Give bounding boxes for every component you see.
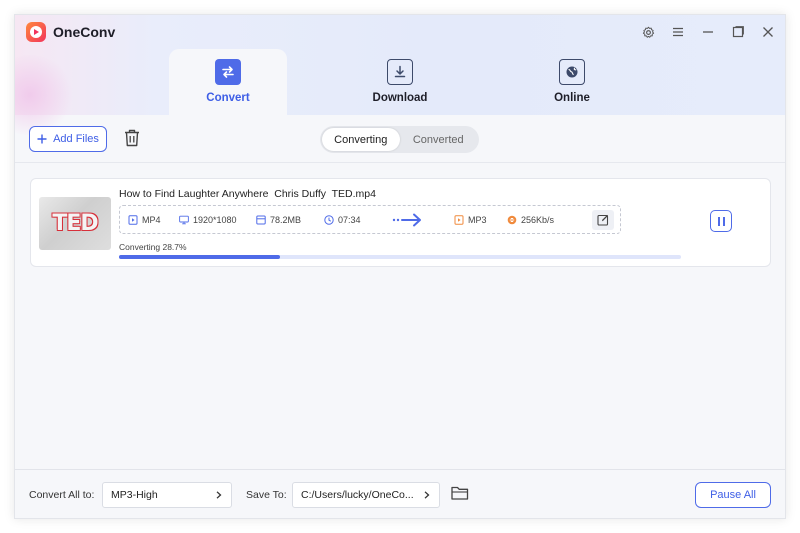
save-to-value: C:/Users/lucky/OneCo... — [301, 489, 414, 501]
target-bitrate-value: 256Kb/s — [521, 215, 555, 225]
progress-bar — [119, 255, 681, 259]
footer-bar: Convert All to: MP3-High Save To: C:/Use… — [15, 469, 785, 518]
progress-bar-fill — [119, 255, 281, 259]
edit-icon — [597, 214, 609, 226]
progress-label: Converting 28.7% — [119, 242, 187, 252]
convert-all-value: MP3-High — [111, 489, 158, 501]
monitor-icon — [179, 215, 189, 225]
segment-converting[interactable]: Converting — [322, 128, 400, 151]
source-format-value: MP4 — [142, 215, 161, 225]
audio-file-icon — [454, 215, 464, 225]
source-size: 78.2MB — [256, 215, 301, 225]
pause-button[interactable] — [710, 210, 732, 232]
tab-online[interactable]: Online — [513, 49, 631, 115]
window-controls — [639, 23, 777, 41]
close-icon[interactable] — [759, 23, 777, 41]
task-row: TED How to Find Laughter Anywhere Chris … — [30, 178, 771, 267]
tab-online-label: Online — [554, 92, 590, 104]
save-to-select[interactable]: C:/Users/lucky/OneCo... — [292, 482, 440, 508]
target-format: MP3 — [454, 215, 487, 225]
title-bar: OneConv Convert Download Online — [15, 15, 785, 135]
minimize-icon[interactable] — [699, 23, 717, 41]
source-size-value: 78.2MB — [270, 215, 302, 225]
folder-icon[interactable] — [450, 484, 470, 504]
add-files-button[interactable]: Add Files — [29, 126, 107, 152]
status-segmented-control: Converting Converted — [320, 126, 479, 153]
app-title: OneConv — [53, 24, 116, 40]
globe-icon — [559, 59, 585, 85]
bitrate-icon — [507, 215, 517, 225]
pause-icon-bar — [717, 216, 720, 226]
target-format-value: MP3 — [468, 215, 487, 225]
convert-icon — [215, 59, 241, 85]
clock-icon — [324, 215, 334, 225]
edit-settings-button[interactable] — [592, 210, 614, 230]
thumbnail-logo-text: TED — [52, 211, 98, 236]
tab-download[interactable]: Download — [341, 49, 459, 115]
tab-convert[interactable]: Convert — [169, 49, 287, 115]
convert-all-label: Convert All to: — [29, 489, 95, 501]
add-files-label: Add Files — [53, 133, 99, 145]
segment-converted[interactable]: Converted — [400, 128, 478, 151]
pause-icon-bar — [722, 216, 725, 226]
source-resolution: 1920*1080 — [179, 215, 237, 225]
target-bitrate: 256Kb/s — [507, 215, 554, 225]
source-format: MP4 — [128, 215, 161, 225]
source-duration: 07:34 — [324, 215, 361, 225]
toolbar: Add Files Converting Converted — [15, 115, 785, 163]
trash-icon[interactable] — [123, 128, 143, 150]
video-thumbnail: TED — [39, 197, 111, 250]
conversion-info: MP4 1920*1080 78.2MB 07:34 MP3 256Kb/s — [119, 205, 621, 234]
storage-icon — [256, 215, 266, 225]
app-logo-icon — [26, 22, 46, 42]
chevron-right-icon — [424, 491, 430, 499]
gear-icon[interactable] — [639, 23, 657, 41]
convert-all-select[interactable]: MP3-High — [102, 482, 232, 508]
tab-convert-label: Convert — [206, 92, 250, 104]
source-resolution-value: 1920*1080 — [193, 215, 237, 225]
save-to-label: Save To: — [246, 489, 287, 501]
plus-icon — [37, 134, 47, 144]
pause-all-button[interactable]: Pause All — [695, 482, 771, 508]
file-name: How to Find Laughter Anywhere Chris Duff… — [119, 188, 376, 200]
video-file-icon — [128, 215, 138, 225]
tab-download-label: Download — [372, 92, 428, 104]
convert-arrow-icon — [392, 211, 424, 229]
maximize-icon[interactable] — [729, 23, 747, 41]
download-icon — [387, 59, 413, 85]
source-duration-value: 07:34 — [338, 215, 361, 225]
chevron-right-icon — [216, 491, 222, 499]
app-window: OneConv Convert Download Online Add File… — [14, 14, 786, 519]
menu-icon[interactable] — [669, 23, 687, 41]
